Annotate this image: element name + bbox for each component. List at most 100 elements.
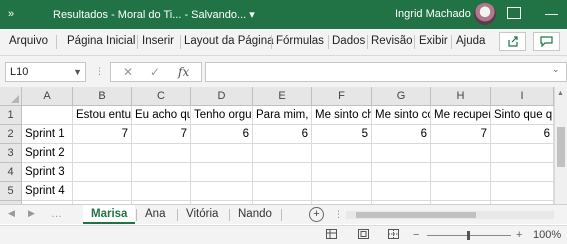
cell-d2[interactable]: 6 bbox=[191, 125, 253, 144]
cancel-icon[interactable]: ✕ bbox=[123, 65, 133, 79]
tab-arquivo[interactable]: Arquivo bbox=[9, 35, 48, 47]
zoom-level[interactable]: 100% bbox=[533, 229, 561, 241]
cell-h2[interactable]: 7 bbox=[431, 125, 491, 144]
row-header-4[interactable]: 4 bbox=[0, 163, 22, 182]
cell-f4[interactable] bbox=[312, 163, 372, 182]
cell-g2[interactable]: 6 bbox=[372, 125, 431, 144]
page-layout-view-icon[interactable] bbox=[358, 229, 369, 242]
cell-b2[interactable]: 7 bbox=[73, 125, 132, 144]
more-options-icon[interactable]: ⋮ bbox=[95, 66, 104, 77]
tab-revisao[interactable]: Revisão bbox=[371, 35, 413, 47]
vertical-scrollbar[interactable]: ▲ bbox=[554, 87, 567, 204]
expand-formula-bar-icon[interactable]: ⌄ bbox=[552, 64, 560, 75]
tab-inserir[interactable]: Inserir bbox=[142, 35, 174, 47]
cell-c5[interactable] bbox=[132, 182, 191, 201]
next-sheet-icon[interactable]: ▶ bbox=[28, 208, 35, 219]
cell-f5[interactable] bbox=[312, 182, 372, 201]
column-header-i[interactable]: I bbox=[491, 87, 554, 106]
zoom-in-button[interactable]: + bbox=[516, 229, 522, 241]
cell-h3[interactable] bbox=[431, 144, 491, 163]
insert-function-icon[interactable]: fx bbox=[178, 65, 189, 79]
tab-formulas[interactable]: Fórmulas bbox=[276, 35, 324, 47]
cell-h1[interactable]: Me recuper bbox=[431, 106, 491, 125]
cell-h5[interactable] bbox=[431, 182, 491, 201]
cell-e3[interactable] bbox=[253, 144, 312, 163]
row-header-1[interactable]: 1 bbox=[0, 106, 22, 125]
column-header-e[interactable]: E bbox=[253, 87, 312, 106]
name-box[interactable]: L10 ▼ bbox=[5, 62, 86, 82]
column-header-f[interactable]: F bbox=[312, 87, 372, 106]
more-options-icon[interactable]: ⋮ bbox=[334, 209, 343, 220]
comments-button[interactable] bbox=[533, 32, 560, 51]
row-header-3[interactable]: 3 bbox=[0, 144, 22, 163]
cell-c2[interactable]: 7 bbox=[132, 125, 191, 144]
cell-d4[interactable] bbox=[191, 163, 253, 182]
cell-i5[interactable] bbox=[491, 182, 554, 201]
row-header-2[interactable]: 2 bbox=[0, 125, 22, 144]
minimize-button[interactable]: — bbox=[545, 6, 558, 21]
cell-i1[interactable]: Sinto que q bbox=[491, 106, 554, 125]
cell-f1[interactable]: Me sinto ch bbox=[312, 106, 372, 125]
cell-b4[interactable] bbox=[73, 163, 132, 182]
tab-exibir[interactable]: Exibir bbox=[419, 35, 448, 47]
vertical-scroll-thumb[interactable] bbox=[557, 127, 565, 167]
cell-f3[interactable] bbox=[312, 144, 372, 163]
cell-e4[interactable] bbox=[253, 163, 312, 182]
scroll-up-icon[interactable]: ▲ bbox=[557, 90, 564, 97]
zoom-slider-thumb[interactable] bbox=[467, 231, 470, 240]
cell-e2[interactable]: 6 bbox=[253, 125, 312, 144]
row-header-5[interactable]: 5 bbox=[0, 182, 22, 201]
page-break-view-icon[interactable] bbox=[388, 229, 399, 242]
quick-access-more-icon[interactable]: » bbox=[8, 8, 14, 20]
cell-g3[interactable] bbox=[372, 144, 431, 163]
select-all-button[interactable] bbox=[0, 87, 22, 106]
cell-a5[interactable]: Sprint 4 bbox=[22, 182, 73, 201]
column-header-a[interactable]: A bbox=[22, 87, 73, 106]
tab-ajuda[interactable]: Ajuda bbox=[456, 35, 485, 47]
cell-c1[interactable]: Eu acho que bbox=[132, 106, 191, 125]
formula-input[interactable] bbox=[205, 62, 567, 82]
enter-icon[interactable]: ✓ bbox=[150, 65, 160, 79]
cell-a3[interactable]: Sprint 2 bbox=[22, 144, 73, 163]
tab-layout-da-pagina[interactable]: Layout da Página bbox=[184, 35, 274, 47]
add-sheet-button[interactable]: + bbox=[309, 207, 324, 222]
sheet-tab-marisa[interactable]: Marisa bbox=[83, 205, 136, 224]
avatar[interactable] bbox=[474, 3, 496, 25]
sheet-tab-nando[interactable]: Nando bbox=[230, 205, 280, 224]
ribbon-display-options-icon[interactable] bbox=[507, 7, 521, 19]
sheet-tab-vitoria[interactable]: Vitória bbox=[178, 205, 226, 224]
cell-d3[interactable] bbox=[191, 144, 253, 163]
cell-g1[interactable]: Me sinto co bbox=[372, 106, 431, 125]
tab-dados[interactable]: Dados bbox=[332, 35, 365, 47]
cell-a2[interactable]: Sprint 1 bbox=[22, 125, 73, 144]
cell-b3[interactable] bbox=[73, 144, 132, 163]
cell-h4[interactable] bbox=[431, 163, 491, 182]
user-name[interactable]: Ingrid Machado bbox=[395, 8, 471, 20]
column-header-b[interactable]: B bbox=[73, 87, 132, 106]
cell-i4[interactable] bbox=[491, 163, 554, 182]
window-title[interactable]: Resultados - Moral do Ti... - Salvando..… bbox=[53, 8, 255, 21]
column-header-g[interactable]: G bbox=[372, 87, 431, 106]
chevron-down-icon[interactable]: ▼ bbox=[73, 63, 82, 81]
cell-g5[interactable] bbox=[372, 182, 431, 201]
cell-a4[interactable]: Sprint 3 bbox=[22, 163, 73, 182]
cell-c4[interactable] bbox=[132, 163, 191, 182]
cell-d1[interactable]: Tenho orgu bbox=[191, 106, 253, 125]
cell-g4[interactable] bbox=[372, 163, 431, 182]
zoom-out-button[interactable]: − bbox=[413, 229, 419, 241]
cell-f2[interactable]: 5 bbox=[312, 125, 372, 144]
horizontal-scrollbar[interactable] bbox=[346, 211, 554, 219]
cell-e5[interactable] bbox=[253, 182, 312, 201]
share-button[interactable] bbox=[499, 32, 526, 51]
cell-c3[interactable] bbox=[132, 144, 191, 163]
cell-e1[interactable]: Para mim, o bbox=[253, 106, 312, 125]
normal-view-icon[interactable] bbox=[326, 229, 337, 242]
tab-pagina-inicial[interactable]: Página Inicial bbox=[67, 35, 135, 47]
column-header-h[interactable]: H bbox=[431, 87, 491, 106]
horizontal-scroll-thumb[interactable] bbox=[356, 212, 476, 218]
prev-sheet-icon[interactable]: ◀ bbox=[8, 208, 15, 219]
chevron-down-icon[interactable]: ▾ bbox=[249, 9, 255, 21]
cell-b1[interactable]: Estou entus bbox=[73, 106, 132, 125]
cell-i2[interactable]: 6 bbox=[491, 125, 554, 144]
cell-a1[interactable] bbox=[22, 106, 73, 125]
